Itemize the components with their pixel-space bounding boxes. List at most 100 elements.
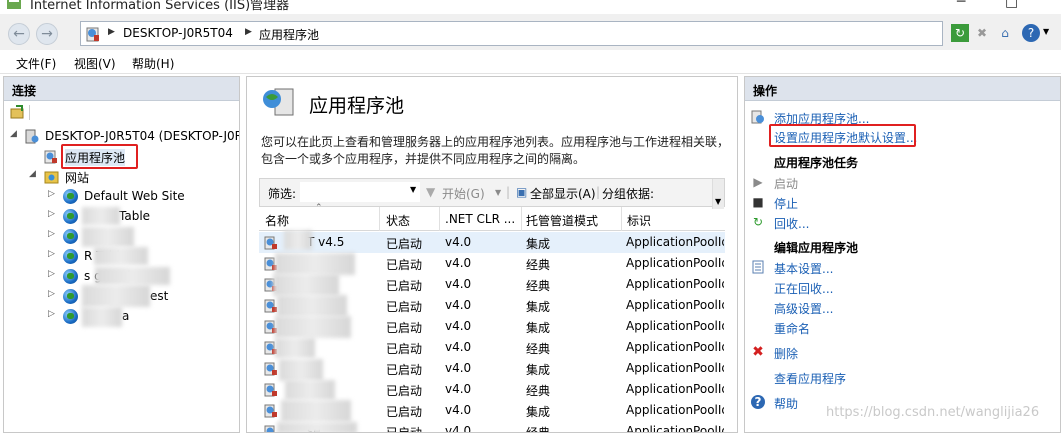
recycling-action[interactable]: 正在回收... — [745, 278, 1055, 298]
cell-clr: v4.0 — [445, 298, 472, 312]
chevron-down-icon[interactable]: ▼ — [410, 185, 416, 194]
advanced-settings-action[interactable]: 高级设置... — [745, 298, 1055, 318]
basic-settings-action[interactable]: 基本设置... — [745, 258, 1055, 278]
column-pipeline[interactable]: 托管管道模式 — [526, 212, 598, 229]
tree-label: DESKTOP-J0R5T04 (DESKTOP-J0R — [45, 129, 240, 143]
menu-file[interactable]: 文件(F) — [16, 55, 56, 72]
delete-x-icon: ✖ — [752, 344, 764, 360]
action-label: 停止 — [774, 197, 799, 211]
section-edit-pool: 编辑应用程序池 — [774, 241, 859, 255]
table-header: 名称 ⌃ 状态 .NET CLR ... 托管管道模式 标识 — [259, 203, 725, 231]
cell-clr: v4.0 — [445, 361, 472, 375]
collapse-icon[interactable]: ◢ — [10, 129, 17, 139]
chevron-down-icon: ▼ — [715, 197, 722, 206]
expand-icon[interactable]: ▷ — [48, 309, 55, 319]
iis-app-icon — [7, 0, 21, 9]
action-label: 启动 — [774, 177, 799, 191]
window-title: Internet Information Services (IIS)管理器 — [30, 0, 290, 13]
back-button[interactable]: ← — [8, 23, 30, 45]
redaction-blur — [95, 267, 170, 285]
cell-status: 已启动 — [386, 258, 423, 272]
redaction-blur — [275, 338, 315, 358]
help-button[interactable]: ? — [1022, 24, 1040, 42]
breadcrumb-server[interactable]: DESKTOP-J0R5T04 — [123, 26, 233, 40]
column-clr[interactable]: .NET CLR ... — [445, 212, 515, 226]
expand-icon[interactable]: ▷ — [48, 229, 55, 239]
stop-action[interactable]: ■ 停止 — [745, 193, 1055, 213]
redaction-blur — [275, 253, 355, 275]
action-label: 删除 — [774, 347, 799, 361]
action-label: 正在回收... — [774, 282, 834, 296]
table-row[interactable]: 已启动 v4.0 经典 ApplicationPoolIdentity — [259, 337, 725, 358]
action-label: 基本设置... — [774, 262, 834, 276]
redaction-blur — [284, 230, 312, 250]
redaction-blur — [277, 295, 347, 317]
highlight-box — [61, 144, 138, 169]
tree-label: Default Web Site — [84, 189, 185, 203]
settings-document-icon — [752, 260, 764, 274]
app-pool-icon — [264, 299, 277, 313]
table-row[interactable]: 已启动 v4.0 集成 ApplicationPoolIdentity — [259, 358, 725, 379]
collapse-icon[interactable]: ◢ — [29, 169, 36, 179]
expand-icon[interactable]: ▷ — [48, 269, 55, 279]
refresh-button[interactable]: ↻ — [951, 24, 969, 42]
expand-icon[interactable]: ▷ — [48, 189, 55, 199]
start-filter-button[interactable]: 开始(G) — [442, 185, 485, 202]
column-name[interactable]: 名称 — [265, 212, 289, 229]
menu-view[interactable]: 视图(V) — [74, 55, 116, 72]
table-row[interactable]: T v4.5 已启动 v4.0 集成 ApplicationPoolIdentity — [259, 232, 725, 253]
actions-header: 操作 — [745, 77, 1060, 101]
tree-item-site[interactable]: ▷ a — [4, 307, 239, 327]
redaction-blur — [281, 400, 351, 422]
connections-header: 连接 — [4, 77, 239, 101]
tree-item-sites[interactable]: ◢ 网站 — [4, 167, 239, 187]
chevron-down-icon[interactable]: ▼ — [495, 188, 501, 197]
column-identity[interactable]: 标识 — [627, 212, 651, 229]
cell-identity: ApplicationPoolIdentity — [626, 424, 724, 433]
cell-clr: v4.0 — [445, 382, 472, 396]
column-status[interactable]: 状态 — [386, 212, 410, 229]
show-all-button[interactable]: 全部显示(A) — [530, 185, 596, 202]
globe-icon — [63, 269, 78, 284]
help-dropdown-icon[interactable]: ▼ — [1043, 27, 1049, 36]
redaction-blur — [94, 247, 148, 265]
expand-icon[interactable]: ▷ — [48, 289, 55, 299]
tree-item-site[interactable]: ▷ Default Web Site — [4, 187, 239, 207]
menu-help[interactable]: 帮助(H) — [132, 55, 174, 72]
toolbar-divider: | — [596, 185, 601, 199]
recycle-action[interactable]: ↻ 回收... — [745, 213, 1055, 233]
rename-action[interactable]: 重命名 — [745, 318, 1055, 338]
cell-clr: v4.0 — [445, 424, 472, 433]
column-divider — [379, 207, 380, 231]
cell-clr: v4.0 — [445, 277, 472, 291]
add-app-pool-icon — [751, 110, 764, 124]
expand-icon[interactable]: ▷ — [48, 209, 55, 219]
delete-action[interactable]: ✖ 删除 — [745, 343, 1055, 363]
minimize-button[interactable]: ─ — [957, 0, 965, 10]
start-action: ▶ 启动 — [745, 173, 1055, 193]
cell-name: T v4.5 — [307, 235, 345, 249]
breadcrumb[interactable]: ▶ DESKTOP-J0R5T04 ▶ 应用程序池 — [80, 21, 943, 46]
home-button[interactable]: ⌂ — [996, 24, 1014, 42]
help-icon: ? — [1027, 26, 1035, 40]
filter-input[interactable] — [300, 182, 420, 202]
address-bar: ← → ▶ DESKTOP-J0R5T04 ▶ 应用程序池 ↻ ✖ ⌂ ? ▼ — [0, 14, 1061, 50]
scrollbar[interactable]: ▼ — [712, 179, 724, 209]
connect-icon[interactable] — [10, 105, 26, 120]
action-label: 查看应用程序 — [774, 372, 847, 386]
breadcrumb-app-pools[interactable]: 应用程序池 — [259, 26, 319, 43]
cell-pipeline: 集成 — [526, 321, 551, 335]
cell-pipeline: 集成 — [526, 363, 551, 377]
view-applications-action[interactable]: 查看应用程序 — [745, 368, 1055, 388]
expand-icon[interactable]: ▷ — [48, 249, 55, 259]
help-icon: ? — [751, 395, 765, 409]
sites-folder-icon — [44, 171, 59, 184]
forward-button[interactable]: → — [36, 23, 58, 45]
cell-status: 已启动 — [386, 363, 423, 377]
redaction-blur — [279, 359, 323, 381]
stop-button[interactable]: ✖ — [973, 24, 991, 42]
tree-item-site[interactable]: ▷ Table — [4, 207, 239, 227]
group-by-label[interactable]: 分组依据: — [602, 185, 654, 202]
filter-label: 筛选: — [268, 187, 297, 201]
maximize-button[interactable]: □ — [1005, 0, 1018, 10]
